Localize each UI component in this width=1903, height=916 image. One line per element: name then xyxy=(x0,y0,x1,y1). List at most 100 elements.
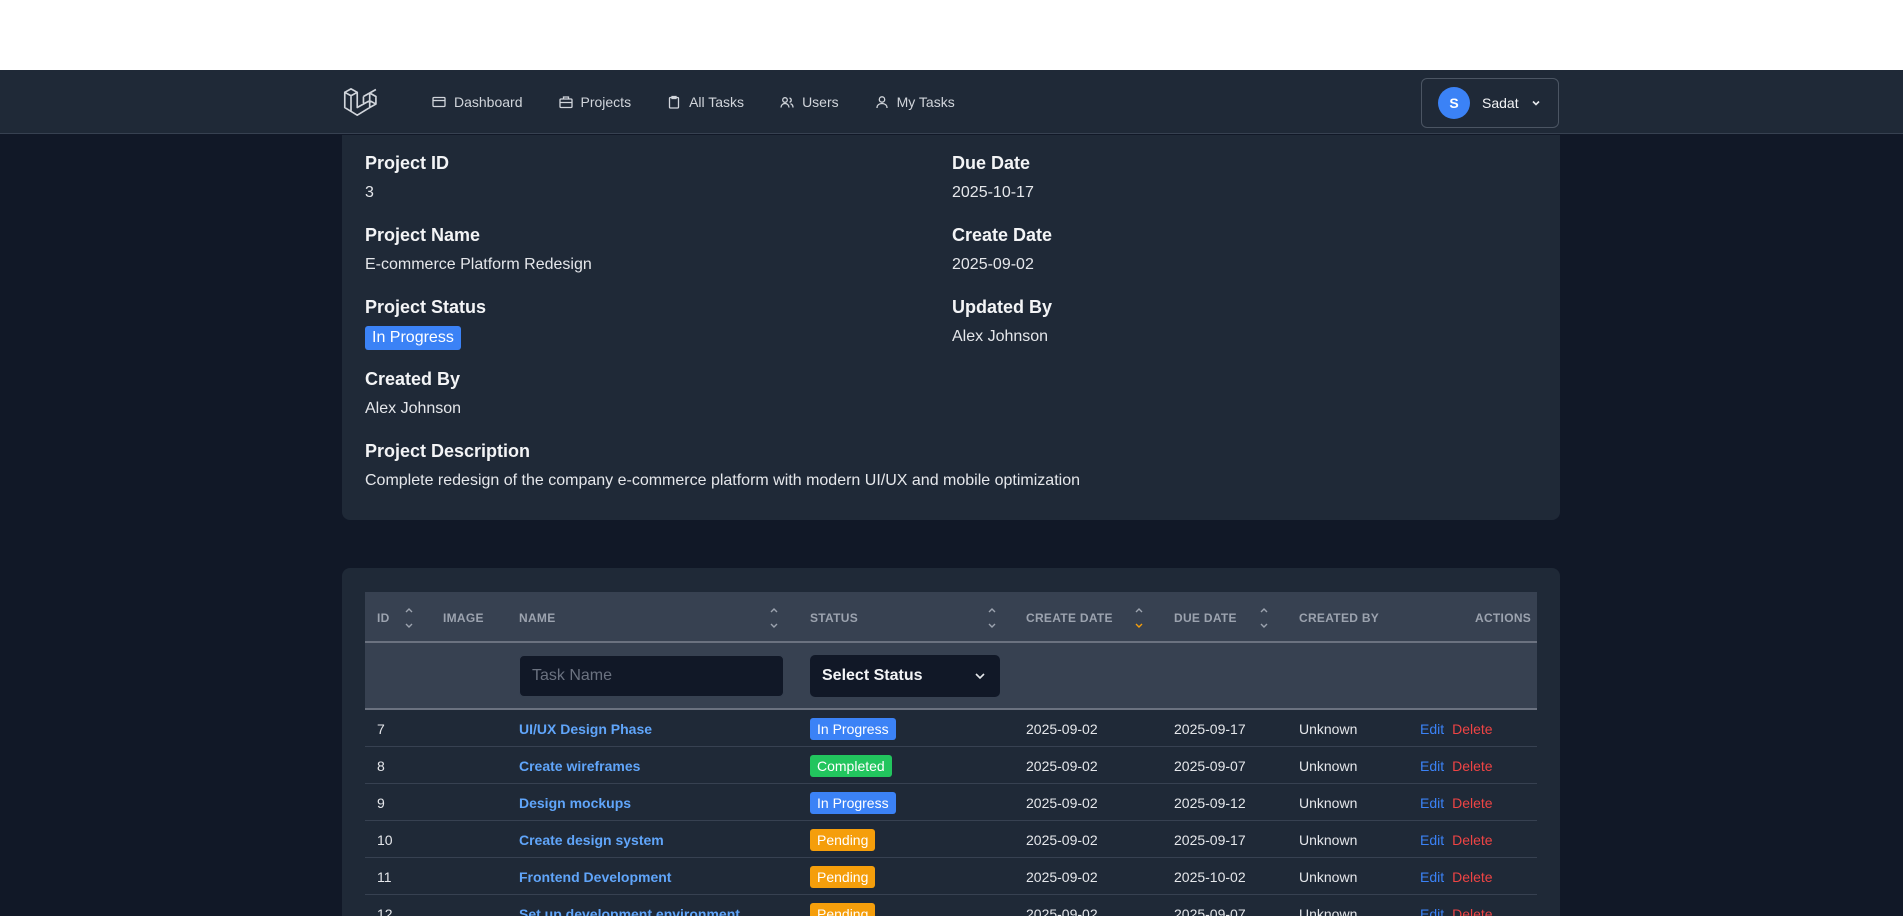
cell-id: 10 xyxy=(377,831,393,848)
due-date-field: Due Date 2025-10-17 xyxy=(952,153,1034,202)
nav-my-tasks-label: My Tasks xyxy=(896,94,955,110)
sort-status-icon[interactable] xyxy=(987,604,997,632)
table-row: 8 Create wireframes Completed 2025-09-02… xyxy=(365,747,1537,784)
cell-id: 7 xyxy=(377,720,385,737)
project-name-value: E-commerce Platform Redesign xyxy=(365,256,592,273)
edit-link[interactable]: Edit xyxy=(1420,906,1444,916)
filter-row: Select Status xyxy=(365,643,1537,710)
edit-link[interactable]: Edit xyxy=(1420,795,1444,811)
users-icon xyxy=(780,97,794,108)
project-name-label: Project Name xyxy=(365,225,481,245)
status-badge: Pending xyxy=(810,902,876,916)
status-badge: Pending xyxy=(810,865,876,888)
cell-id: 8 xyxy=(377,757,385,774)
sort-create-date-icon[interactable] xyxy=(1134,604,1144,632)
nav-users-label: Users xyxy=(802,94,839,110)
delete-link[interactable]: Delete xyxy=(1452,832,1492,848)
updated-by-field: Updated By Alex Johnson xyxy=(952,297,1052,346)
cell-create-date: 2025-09-02 xyxy=(1026,757,1098,774)
project-name-field: Project Name E-commerce Platform Redesig… xyxy=(365,225,592,274)
table-row: 9 Design mockups In Progress 2025-09-02 … xyxy=(365,784,1537,821)
status-badge: In Progress xyxy=(810,717,896,740)
cell-due-date: 2025-09-07 xyxy=(1174,757,1246,774)
tasks-table-card: ID IMAGE NAME STATUS CREATE DATE DUE DAT… xyxy=(342,568,1560,916)
nav-all-tasks-label: All Tasks xyxy=(689,94,745,110)
table-row: 12 Set up development environment Pendin… xyxy=(365,895,1537,916)
project-description-field: Project Description Complete redesign of… xyxy=(365,441,1080,490)
cell-create-date: 2025-09-02 xyxy=(1026,831,1098,848)
cell-created-by: Unknown xyxy=(1299,831,1358,848)
nav-dashboard[interactable]: Dashboard xyxy=(432,94,523,110)
avatar: S xyxy=(1438,87,1470,119)
cell-created-by: Unknown xyxy=(1299,794,1358,811)
nav-users[interactable]: Users xyxy=(780,94,839,110)
nav-all-tasks[interactable]: All Tasks xyxy=(667,94,744,110)
table-row: 10 Create design system Pending 2025-09-… xyxy=(365,821,1537,858)
status-filter-select[interactable]: Select Status xyxy=(810,655,1000,697)
th-name: NAME xyxy=(519,610,556,625)
task-name-link[interactable]: UI/UX Design Phase xyxy=(519,710,652,747)
table-header: ID IMAGE NAME STATUS CREATE DATE DUE DAT… xyxy=(365,592,1537,643)
th-id: ID xyxy=(377,610,390,625)
status-badge: In Progress xyxy=(810,791,896,814)
table-row: 11 Frontend Development Pending 2025-09-… xyxy=(365,858,1537,895)
task-name-link[interactable]: Set up development environment xyxy=(519,895,740,916)
task-name-link[interactable]: Create wireframes xyxy=(519,747,640,784)
cell-id: 12 xyxy=(377,905,393,916)
cell-created-by: Unknown xyxy=(1299,868,1358,885)
cell-created-by: Unknown xyxy=(1299,720,1358,737)
user-menu-button[interactable]: S Sadat xyxy=(1421,78,1559,128)
edit-link[interactable]: Edit xyxy=(1420,869,1444,885)
task-name-link[interactable]: Create design system xyxy=(519,821,664,858)
cell-create-date: 2025-09-02 xyxy=(1026,905,1098,916)
edit-link[interactable]: Edit xyxy=(1420,758,1444,774)
delete-link[interactable]: Delete xyxy=(1452,906,1492,916)
status-filter-value: Select Status xyxy=(822,667,923,684)
create-date-value: 2025-09-02 xyxy=(952,256,1034,273)
laravel-logo-icon[interactable] xyxy=(342,84,378,120)
briefcase-icon xyxy=(558,96,573,109)
updated-by-value: Alex Johnson xyxy=(952,328,1049,345)
top-navbar: Dashboard Projects All Tasks Users My Ta… xyxy=(0,70,1903,134)
chevron-down-icon xyxy=(1532,100,1540,106)
th-status: STATUS xyxy=(810,610,859,625)
cell-created-by: Unknown xyxy=(1299,757,1358,774)
project-info-card: Project ID 3 Project Name E-commerce Pla… xyxy=(342,135,1560,520)
user-name: Sadat xyxy=(1482,95,1519,111)
sort-name-icon[interactable] xyxy=(769,604,779,632)
th-create-date: CREATE DATE xyxy=(1026,610,1113,625)
nav-projects[interactable]: Projects xyxy=(558,94,631,110)
updated-by-label: Updated By xyxy=(952,297,1053,317)
delete-link[interactable]: Delete xyxy=(1452,721,1492,737)
cell-create-date: 2025-09-02 xyxy=(1026,720,1098,737)
table-body: 7 UI/UX Design Phase In Progress 2025-09… xyxy=(365,710,1537,916)
project-id-field: Project ID 3 xyxy=(365,153,449,202)
cell-due-date: 2025-09-12 xyxy=(1174,794,1246,811)
nav-my-tasks[interactable]: My Tasks xyxy=(875,94,955,110)
cell-due-date: 2025-09-07 xyxy=(1174,905,1246,916)
cell-due-date: 2025-10-02 xyxy=(1174,868,1246,885)
task-name-filter-input[interactable] xyxy=(519,655,784,697)
sort-due-date-icon[interactable] xyxy=(1259,604,1269,632)
delete-link[interactable]: Delete xyxy=(1452,758,1492,774)
th-actions: ACTIONS xyxy=(1475,610,1532,625)
project-description-value: Complete redesign of the company e-comme… xyxy=(365,472,1080,489)
create-date-label: Create Date xyxy=(952,225,1053,245)
status-badge: Completed xyxy=(810,754,892,777)
edit-link[interactable]: Edit xyxy=(1420,832,1444,848)
delete-link[interactable]: Delete xyxy=(1452,869,1492,885)
project-id-value: 3 xyxy=(365,184,374,201)
task-name-link[interactable]: Frontend Development xyxy=(519,858,671,895)
cell-create-date: 2025-09-02 xyxy=(1026,868,1098,885)
delete-link[interactable]: Delete xyxy=(1452,795,1492,811)
edit-link[interactable]: Edit xyxy=(1420,721,1444,737)
due-date-value: 2025-10-17 xyxy=(952,184,1034,201)
sort-id-icon[interactable] xyxy=(404,604,414,632)
task-name-link[interactable]: Design mockups xyxy=(519,784,631,821)
project-status-label: Project Status xyxy=(365,297,487,317)
th-due-date: DUE DATE xyxy=(1174,610,1237,625)
cell-create-date: 2025-09-02 xyxy=(1026,794,1098,811)
th-created-by: CREATED BY xyxy=(1299,610,1380,625)
cell-id: 9 xyxy=(377,794,385,811)
cell-due-date: 2025-09-17 xyxy=(1174,831,1246,848)
